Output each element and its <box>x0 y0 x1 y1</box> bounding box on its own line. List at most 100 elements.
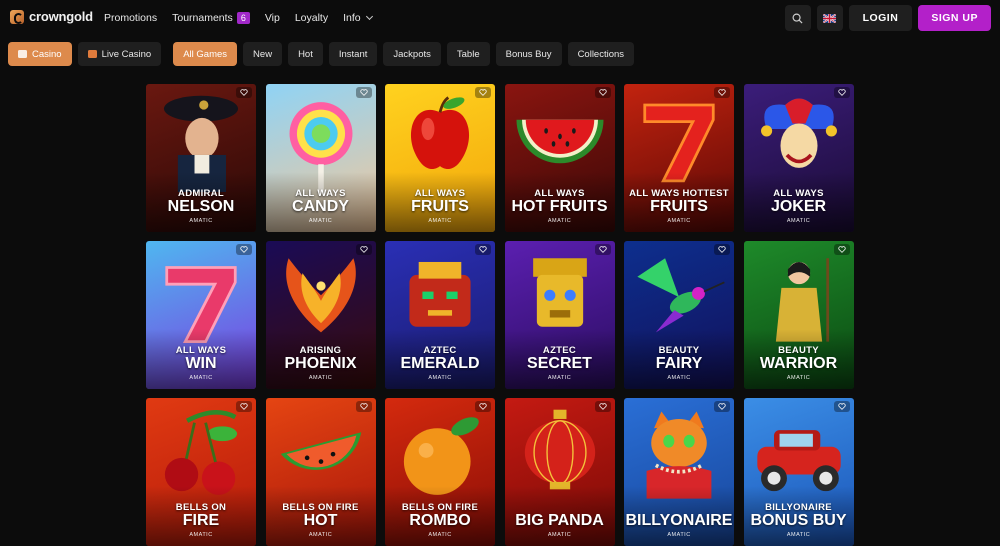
nav-info[interactable]: Info <box>343 12 373 24</box>
category-instant[interactable]: Instant <box>328 42 378 66</box>
favorite-button[interactable] <box>833 401 850 412</box>
favorite-button[interactable] <box>355 87 372 98</box>
heart-icon <box>359 403 368 410</box>
brand-name: crowngold <box>29 9 93 24</box>
nav-label: Tournaments <box>172 12 233 24</box>
game-title-line2: SECRET <box>527 355 592 372</box>
game-card[interactable]: BELLS ON FIRE AMATIC <box>146 398 256 546</box>
game-title: ALL WAYS JOKER <box>744 188 854 216</box>
category-all-games[interactable]: All Games <box>173 42 238 66</box>
game-card[interactable]: ALL WAYS HOTTEST FRUITS AMATIC <box>624 84 734 232</box>
game-title-line1: ARISING <box>299 344 342 356</box>
search-button[interactable] <box>784 5 811 31</box>
game-provider: AMATIC <box>667 218 691 224</box>
game-card[interactable]: BEAUTY FAIRY AMATIC <box>624 241 734 389</box>
favorite-button[interactable] <box>594 87 611 98</box>
game-title-line1: ALL WAYS <box>295 187 346 199</box>
tab-casino[interactable]: Casino <box>8 42 72 66</box>
brand-logo[interactable]: crowngold <box>10 9 93 24</box>
favorite-button[interactable] <box>475 244 491 255</box>
favorite-button[interactable] <box>714 401 730 412</box>
heart-icon <box>240 89 248 96</box>
game-card[interactable]: ARISING PHOENIX AMATIC <box>265 241 376 389</box>
heart-icon <box>837 403 846 410</box>
category-bonus-buy[interactable]: Bonus Buy <box>495 42 562 66</box>
game-title: ADMIRAL NELSON <box>146 188 256 216</box>
favorite-button[interactable] <box>594 244 611 255</box>
game-card[interactable]: ALL WAYS HOT FRUITS AMATIC <box>504 84 615 232</box>
game-card[interactable]: ALL WAYS CANDY AMATIC <box>265 84 376 232</box>
game-card[interactable]: BILLYONAIRE BONUS BUY AMATIC <box>743 398 854 546</box>
game-title-line2: ROMBO <box>409 512 471 529</box>
game-title: ARISING PHOENIX <box>266 344 376 373</box>
nav-label: Loyalty <box>294 12 329 24</box>
favorite-button[interactable] <box>594 401 611 412</box>
game-card[interactable]: ALL WAYS JOKER AMATIC <box>743 84 854 232</box>
game-card[interactable]: ALL WAYS WIN AMATIC <box>146 241 256 389</box>
favorite-button[interactable] <box>236 401 252 412</box>
game-card[interactable]: ALL WAYS FRUITS AMATIC <box>385 84 495 232</box>
favorite-button[interactable] <box>236 244 252 255</box>
game-provider: AMATIC <box>308 375 333 381</box>
game-provider: AMATIC <box>786 375 811 381</box>
favorite-button[interactable] <box>714 244 730 255</box>
game-provider: AMATIC <box>547 532 572 538</box>
game-title-line1: AZTEC <box>542 344 577 356</box>
game-provider: AMATIC <box>189 532 213 538</box>
game-card[interactable]: AZTEC SECRET AMATIC <box>504 241 615 389</box>
game-title-line2: FAIRY <box>655 355 703 372</box>
favorite-button[interactable] <box>236 87 252 98</box>
heart-icon <box>837 246 846 253</box>
category-hot[interactable]: Hot <box>288 42 323 66</box>
signup-button[interactable]: SIGN UP <box>918 5 991 31</box>
game-provider: AMATIC <box>189 218 213 224</box>
game-card[interactable]: ADMIRAL NELSON AMATIC <box>146 84 256 232</box>
favorite-button[interactable] <box>833 87 850 98</box>
nav-tournaments[interactable]: Tournaments 6 <box>172 12 250 24</box>
tab-live-casino[interactable]: Live Casino <box>77 42 162 66</box>
language-button[interactable] <box>816 5 843 31</box>
main-nav: Promotions Tournaments 6 Vip Loyalty Inf… <box>104 0 373 36</box>
game-card[interactable]: BELLS ON FIRE HOT AMATIC <box>265 398 376 546</box>
game-provider: AMATIC <box>547 375 572 381</box>
nav-vip[interactable]: Vip <box>265 12 280 24</box>
crowngold-logo-icon <box>10 9 24 24</box>
live-icon <box>87 50 97 58</box>
game-title-line1: ALL WAYS <box>534 187 585 199</box>
game-card[interactable]: BEAUTY WARRIOR AMATIC <box>743 241 854 389</box>
heart-icon <box>718 89 726 96</box>
game-title-line1: BEAUTY <box>658 344 700 356</box>
favorite-button[interactable] <box>355 401 372 412</box>
game-title: BILLYONAIRE BONUS BUY <box>744 502 854 530</box>
favorite-button[interactable] <box>475 87 491 98</box>
game-card[interactable]: BILLYONAIRE AMATIC <box>624 398 734 546</box>
game-card[interactable]: AZTEC EMERALD AMATIC <box>385 241 495 389</box>
game-title-line1: BELLS ON FIRE <box>401 501 479 513</box>
favorite-button[interactable] <box>475 401 491 412</box>
nav-promotions[interactable]: Promotions <box>104 12 157 24</box>
category-collections[interactable]: Collections <box>567 42 635 66</box>
game-provider: AMATIC <box>189 375 213 381</box>
game-card[interactable]: BIG PANDA AMATIC <box>504 398 615 546</box>
game-title-line2: FRUITS <box>411 198 469 215</box>
game-title-line2: CANDY <box>292 198 349 215</box>
nav-label: Info <box>343 12 361 24</box>
game-provider: AMATIC <box>667 375 691 381</box>
favorite-button[interactable] <box>833 244 850 255</box>
favorite-button[interactable] <box>714 87 730 98</box>
game-card[interactable]: BELLS ON FIRE ROMBO AMATIC <box>385 398 495 546</box>
tab-label: Casino <box>32 48 62 60</box>
game-provider: AMATIC <box>428 218 452 224</box>
nav-loyalty[interactable]: Loyalty <box>295 12 328 24</box>
category-new[interactable]: New <box>243 42 283 66</box>
category-jackpots[interactable]: Jackpots <box>383 42 441 66</box>
game-title-line2: NELSON <box>167 198 235 215</box>
favorite-button[interactable] <box>355 244 372 255</box>
uk-flag-icon <box>823 13 837 23</box>
game-provider: AMATIC <box>786 218 811 224</box>
heart-icon <box>598 403 607 410</box>
game-title-line1: AZTEC <box>423 344 457 356</box>
game-title-line2: FIRE <box>182 512 220 529</box>
login-button[interactable]: LOGIN <box>848 5 913 31</box>
category-table[interactable]: Table <box>446 42 490 66</box>
